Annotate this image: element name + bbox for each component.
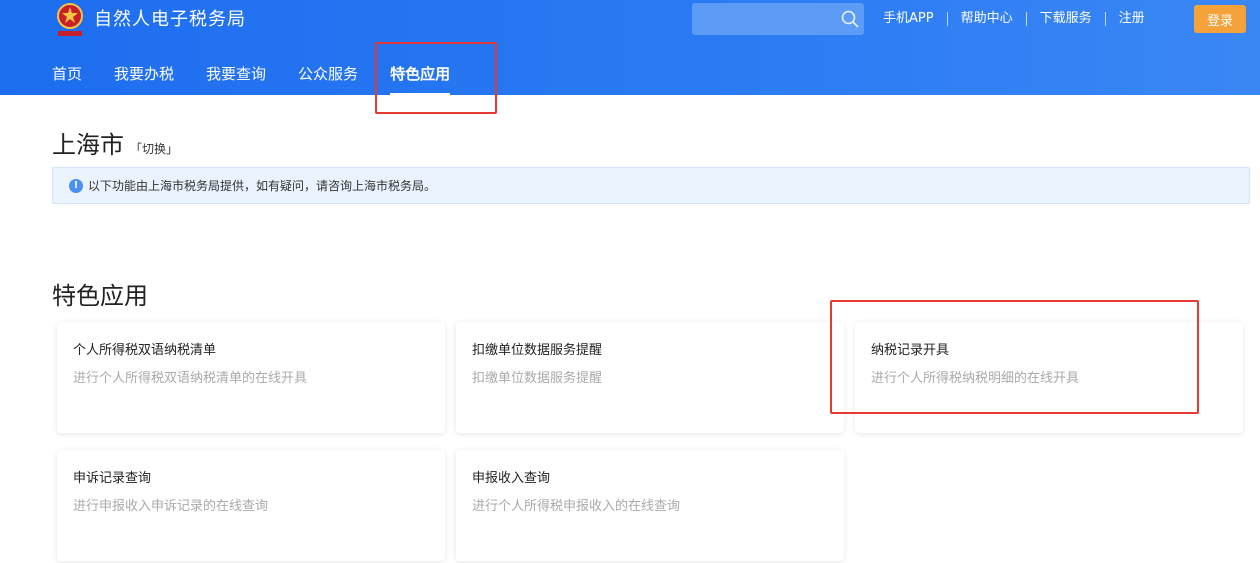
card-appeal-query[interactable]: 申诉记录查询 进行申报收入申诉记录的在线查询 [57,450,445,561]
nav-home[interactable]: 首页 [36,56,98,95]
card-withholding-reminder[interactable]: 扣缴单位数据服务提醒 扣缴单位数据服务提醒 [456,322,844,433]
card-desc: 扣缴单位数据服务提醒 [472,371,603,386]
section-title: 特色应用 [52,282,148,310]
search-icon[interactable] [840,9,860,29]
card-income-query[interactable]: 申报收入查询 进行个人所得税申报收入的在线查询 [456,450,844,561]
top-links: 手机APP 帮助中心 下载服务 注册 [870,8,1158,30]
card-desc: 进行申报收入申诉记录的在线查询 [73,499,269,514]
card-title: 申诉记录查询 [73,471,152,486]
card-desc: 进行个人所得税纳税明细的在线开具 [871,371,1080,386]
info-icon: ! [69,178,83,193]
card-bilingual-tax-list[interactable]: 个人所得税双语纳税清单 进行个人所得税双语纳税清单的在线开具 [57,322,445,433]
login-button[interactable]: 登录 [1194,5,1246,33]
download-link[interactable]: 下载服务 [1027,8,1105,30]
city-name: 上海市 [52,131,124,159]
card-title: 申报收入查询 [472,471,551,486]
switch-region-link[interactable]: 「切换」 [130,140,178,157]
card-title: 个人所得税双语纳税清单 [73,343,217,358]
top-header: 自然人电子税务局 手机APP 帮助中心 下载服务 注册 登录 首页 我要办税 我… [0,0,1260,95]
region-header: 上海市 「切换」 [52,125,178,160]
card-desc: 进行个人所得税申报收入的在线查询 [472,499,681,514]
notice-text: 以下功能由上海市税务局提供，如有疑问，请咨询上海市税务局。 [88,179,437,193]
register-link[interactable]: 注册 [1106,8,1158,30]
tax-emblem-icon [57,3,83,36]
nav-query[interactable]: 我要查询 [190,56,282,95]
mobile-app-link[interactable]: 手机APP [870,8,947,30]
main-nav: 首页 我要办税 我要查询 公众服务 特色应用 [36,56,466,95]
help-center-link[interactable]: 帮助中心 [948,8,1026,30]
card-title: 扣缴单位数据服务提醒 [472,343,603,358]
card-desc: 进行个人所得税双语纳税清单的在线开具 [73,371,308,386]
nav-featured-apps[interactable]: 特色应用 [374,56,466,95]
nav-public-service[interactable]: 公众服务 [282,56,374,95]
nav-tax-service[interactable]: 我要办税 [98,56,190,95]
card-tax-record[interactable]: 纳税记录开具 进行个人所得税纳税明细的在线开具 [855,322,1243,433]
search-input[interactable] [692,3,864,35]
site-title[interactable]: 自然人电子税务局 [94,6,246,34]
notice-banner: ! 以下功能由上海市税务局提供，如有疑问，请咨询上海市税务局。 [52,167,1250,204]
card-title: 纳税记录开具 [871,343,950,358]
